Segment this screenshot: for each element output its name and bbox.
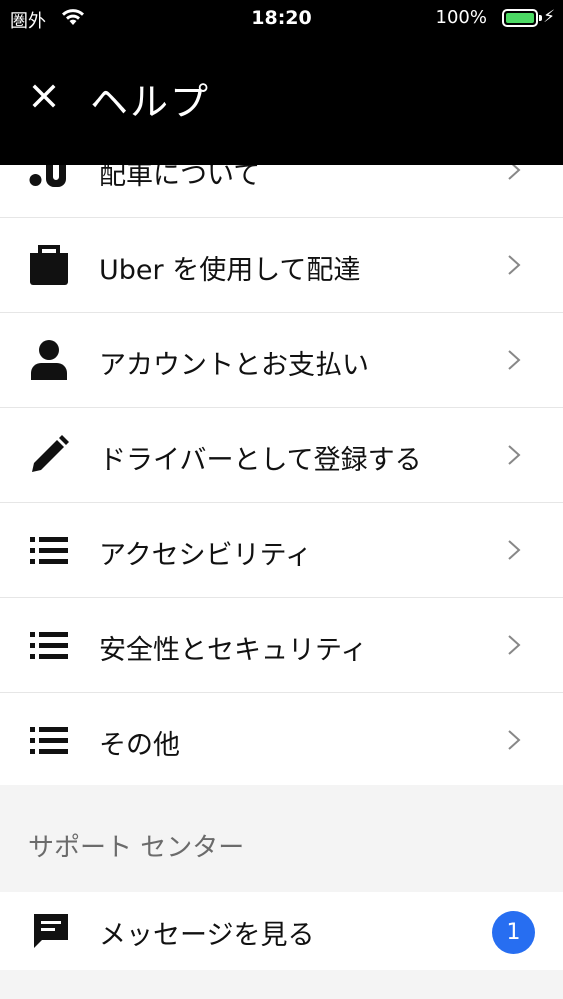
chevron-right-icon (508, 540, 521, 560)
help-item-label: その他 (99, 730, 180, 761)
message-icon (34, 914, 68, 948)
help-item-label: アカウントとお支払い (99, 350, 369, 381)
chevron-right-icon (508, 445, 521, 465)
page-title: ヘルプ (90, 80, 211, 124)
help-item-driver-signup[interactable]: ドライバーとして登録する (0, 408, 563, 503)
help-item-other[interactable]: その他 (0, 693, 563, 787)
help-list: 配車について Uber を使用して配達 アカウントとお支払い ドライバーとして登… (0, 123, 563, 787)
chevron-right-icon (508, 635, 521, 655)
battery-nub (539, 15, 542, 21)
help-item-label: アクセシビリティ (99, 540, 313, 571)
battery-percent: 100% (435, 7, 487, 28)
support-center-title: サポート センター (28, 833, 245, 863)
person-icon (31, 340, 67, 380)
battery-icon (502, 9, 538, 27)
list-icon (30, 632, 68, 659)
unread-count-badge: 1 (492, 911, 535, 954)
help-item-label: ドライバーとして登録する (99, 445, 422, 476)
status-bar: 圏外 18:20 100% ⚡ (0, 0, 563, 36)
chevron-right-icon (508, 255, 521, 275)
view-messages-item[interactable]: メッセージを見る 1 (0, 892, 563, 970)
help-item-delivery[interactable]: Uber を使用して配達 (0, 218, 563, 313)
close-icon[interactable] (28, 80, 60, 112)
help-item-accessibility[interactable]: アクセシビリティ (0, 503, 563, 598)
chevron-right-icon (508, 730, 521, 750)
help-item-label: 安全性とセキュリティ (99, 635, 368, 666)
chevron-right-icon (508, 350, 521, 370)
help-item-label: Uber を使用して配達 (99, 255, 361, 286)
battery-fill (506, 13, 534, 23)
charging-icon: ⚡ (543, 7, 555, 27)
help-item-safety-security[interactable]: 安全性とセキュリティ (0, 598, 563, 693)
list-icon (30, 537, 68, 564)
help-item-account-payment[interactable]: アカウントとお支払い (0, 313, 563, 408)
pencil-icon (32, 435, 69, 472)
app-header: 圏外 18:20 100% ⚡ ヘルプ (0, 0, 563, 165)
list-icon (30, 727, 68, 754)
view-messages-label: メッセージを見る (99, 920, 315, 951)
bag-icon (30, 245, 68, 285)
